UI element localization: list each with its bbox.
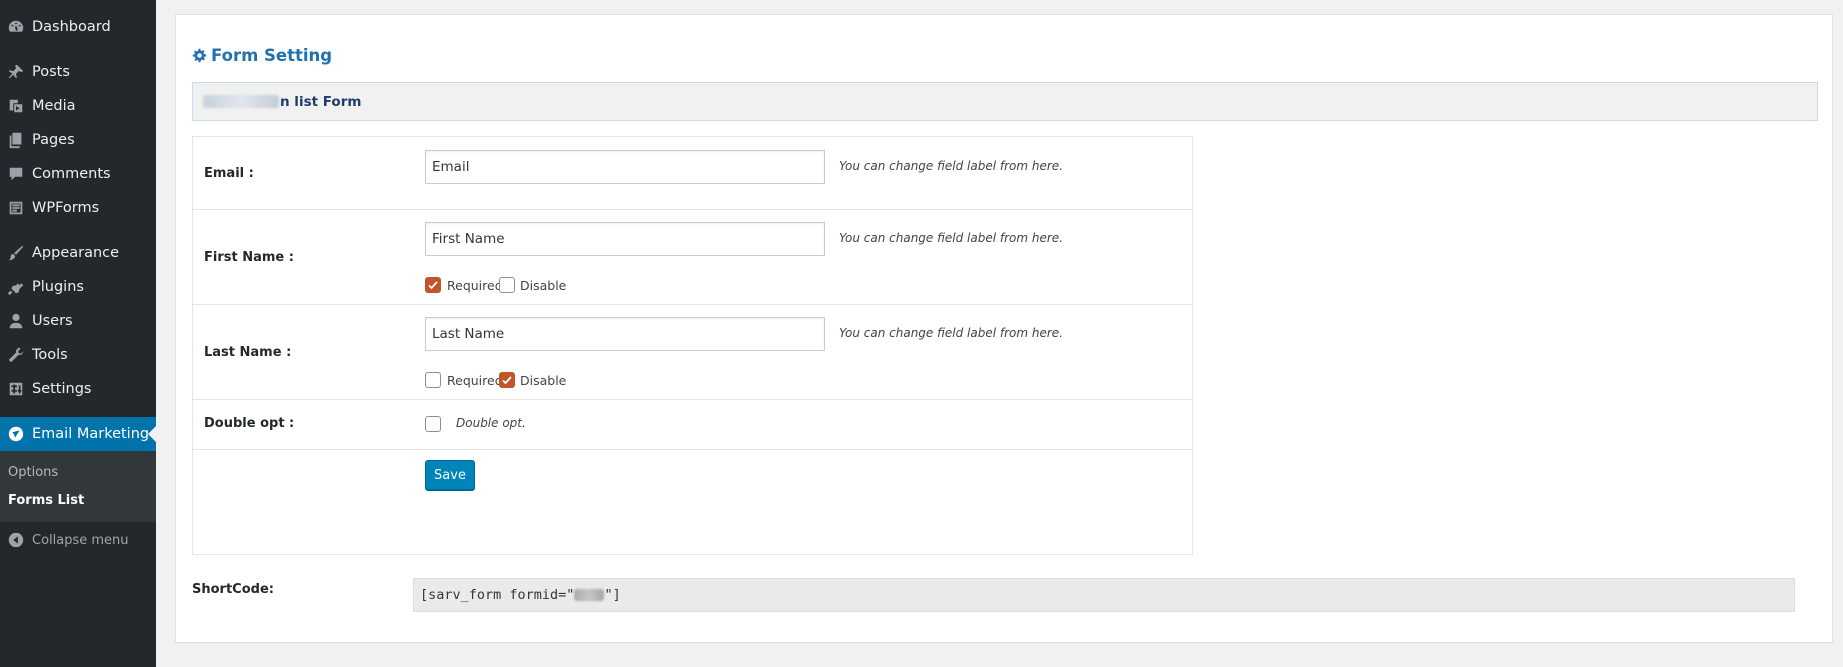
sidebar-item-posts[interactable]: Posts — [0, 55, 156, 89]
sidebar-item-label: Settings — [32, 381, 92, 397]
disable-label: Disable — [520, 373, 567, 388]
pin-icon — [0, 55, 32, 89]
gear-icon — [192, 48, 207, 63]
save-button[interactable]: Save — [425, 460, 475, 490]
sidebar-item-email-marketing[interactable]: Email Marketing — [0, 417, 156, 451]
shortcode-box[interactable]: [sarv_form formid=" "] — [413, 578, 1795, 612]
field-row-double-opt: Double opt : Double opt. — [193, 400, 1192, 450]
collapse-icon — [0, 523, 32, 557]
email-label-input[interactable] — [425, 150, 825, 184]
brush-icon — [0, 236, 32, 270]
sidebar-item-label: Email Marketing — [32, 426, 150, 442]
sidebar-item-label: Media — [32, 98, 76, 114]
field-row-last-name: Last Name : You can change field label f… — [193, 305, 1192, 400]
submenu-item-options[interactable]: Options — [8, 465, 58, 480]
sidebar-item-label: Comments — [32, 166, 111, 182]
submenu-item-forms-list[interactable]: Forms List — [8, 493, 84, 508]
first-name-disable-checkbox[interactable] — [499, 277, 515, 293]
checkmark-icon — [428, 281, 438, 290]
required-label: Required — [447, 373, 503, 388]
sidebar-item-plugins[interactable]: Plugins — [0, 270, 156, 304]
admin-sidebar: Dashboard Posts Media Pages Comments WPF… — [0, 0, 156, 667]
form-settings-table: Email : You can change field label from … — [192, 136, 1193, 555]
sidebar-item-label: Posts — [32, 64, 70, 80]
sidebar-item-appearance[interactable]: Appearance — [0, 236, 156, 270]
sidebar-item-dashboard[interactable]: Dashboard — [0, 10, 156, 44]
last-name-label-input[interactable] — [425, 317, 825, 351]
save-row: Save — [193, 450, 1192, 554]
sidebar-item-comments[interactable]: Comments — [0, 157, 156, 191]
email-marketing-icon — [0, 417, 32, 451]
sidebar-item-label: Appearance — [32, 245, 120, 261]
field-hint: You can change field label from here. — [839, 159, 1063, 173]
form-title-bar: n list Form — [192, 82, 1818, 121]
checkmark-icon — [502, 376, 512, 385]
last-name-disable-checkbox[interactable] — [499, 372, 515, 388]
page-title-text: Form Setting — [211, 46, 333, 65]
media-icon — [0, 89, 32, 123]
email-marketing-submenu: Options Forms List — [0, 451, 156, 522]
shortcode-label: ShortCode: — [192, 582, 274, 597]
sidebar-item-pages[interactable]: Pages — [0, 123, 156, 157]
field-hint: You can change field label from here. — [839, 326, 1063, 340]
sidebar-item-settings[interactable]: Settings — [0, 372, 156, 406]
sidebar-item-label: Dashboard — [32, 19, 111, 35]
dashboard-icon — [0, 10, 32, 44]
settings-icon — [0, 372, 32, 406]
sidebar-item-label: WPForms — [32, 200, 100, 216]
field-row-email: Email : You can change field label from … — [193, 137, 1192, 210]
double-opt-label: Double opt. — [456, 416, 526, 430]
page-title: Form Setting — [192, 46, 332, 65]
disable-label: Disable — [520, 278, 567, 293]
wrench-icon — [0, 338, 32, 372]
sidebar-item-tools[interactable]: Tools — [0, 338, 156, 372]
sidebar-item-label: Pages — [32, 132, 75, 148]
form-title: n list Form — [280, 93, 362, 110]
user-icon — [0, 304, 32, 338]
field-row-first-name: First Name : You can change field label … — [193, 210, 1192, 305]
first-name-label-input[interactable] — [425, 222, 825, 256]
sidebar-item-label: Tools — [32, 347, 68, 363]
shortcode-prefix: [sarv_form formid=" — [420, 587, 575, 603]
field-label: Last Name : — [204, 345, 292, 360]
comment-icon — [0, 157, 32, 191]
double-opt-checkbox[interactable] — [425, 416, 441, 432]
pages-icon — [0, 123, 32, 157]
sidebar-item-media[interactable]: Media — [0, 89, 156, 123]
collapse-menu-button[interactable]: Collapse menu — [0, 523, 156, 557]
sidebar-item-users[interactable]: Users — [0, 304, 156, 338]
required-label: Required — [447, 278, 503, 293]
first-name-required-checkbox[interactable] — [425, 277, 441, 293]
field-label: Double opt : — [204, 416, 295, 431]
sidebar-item-label: Plugins — [32, 279, 84, 295]
field-hint: You can change field label from here. — [839, 231, 1063, 245]
field-label: Email : — [204, 166, 254, 181]
collapse-menu-label: Collapse menu — [32, 532, 129, 548]
redacted-form-id — [574, 589, 605, 601]
forms-icon — [0, 191, 32, 225]
last-name-required-checkbox[interactable] — [425, 372, 441, 388]
sidebar-item-wpforms[interactable]: WPForms — [0, 191, 156, 225]
sidebar-item-label: Users — [32, 313, 73, 329]
redacted-text — [203, 95, 279, 108]
plugin-icon — [0, 270, 32, 304]
field-label: First Name : — [204, 250, 294, 265]
shortcode-suffix: "] — [604, 587, 621, 603]
